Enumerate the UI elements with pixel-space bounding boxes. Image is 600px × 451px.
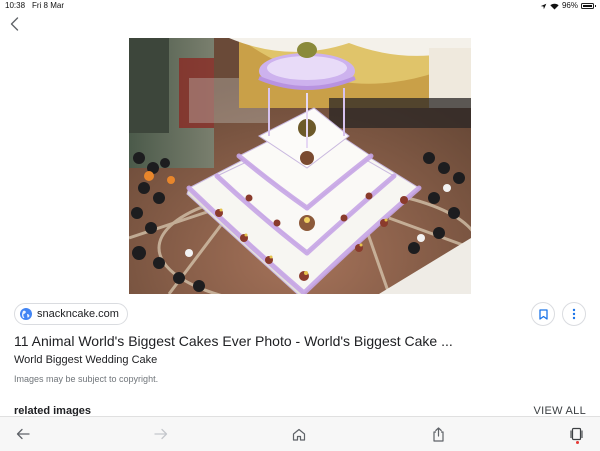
status-indicators: 96%: [540, 0, 596, 12]
bottom-toolbar: [0, 416, 600, 451]
save-button[interactable]: [531, 302, 555, 326]
toolbar-share-button[interactable]: [429, 425, 447, 443]
more-options-button[interactable]: [562, 302, 586, 326]
copyright-notice: Images may be subject to copyright.: [14, 374, 159, 384]
forward-arrow-icon: [154, 428, 168, 440]
image-viewer: [0, 38, 600, 294]
result-title[interactable]: 11 Animal World's Biggest Cakes Ever Pho…: [14, 333, 586, 349]
toolbar-forward-button[interactable]: [152, 425, 170, 443]
share-icon: [432, 426, 444, 442]
tabs-icon: [569, 427, 583, 441]
wifi-icon: [550, 3, 559, 9]
location-icon: [540, 3, 547, 9]
home-icon: [292, 428, 306, 441]
source-site: snackncake.com: [37, 308, 119, 320]
source-link[interactable]: snackncake.com: [14, 303, 128, 325]
back-arrow-icon: [16, 428, 30, 440]
globe-icon: [20, 308, 32, 320]
result-image[interactable]: [129, 38, 471, 294]
result-subtitle: World Biggest Wedding Cake: [14, 354, 158, 366]
chevron-left-icon: [10, 17, 18, 31]
status-date: Fri 8 Mar: [32, 1, 64, 10]
cake-photo: [129, 38, 471, 294]
battery-icon: [581, 3, 596, 9]
back-button[interactable]: [6, 15, 22, 33]
status-bar: 10:38 Fri 8 Mar 96%: [0, 0, 600, 12]
bookmark-icon: [538, 308, 548, 320]
status-time: 10:38: [5, 1, 26, 10]
toolbar-home-button[interactable]: [290, 425, 308, 443]
toolbar-back-button[interactable]: [14, 425, 32, 443]
battery-percent: 96%: [561, 1, 578, 10]
tabs-notification-dot: [576, 441, 579, 444]
more-vert-icon: [572, 308, 576, 320]
